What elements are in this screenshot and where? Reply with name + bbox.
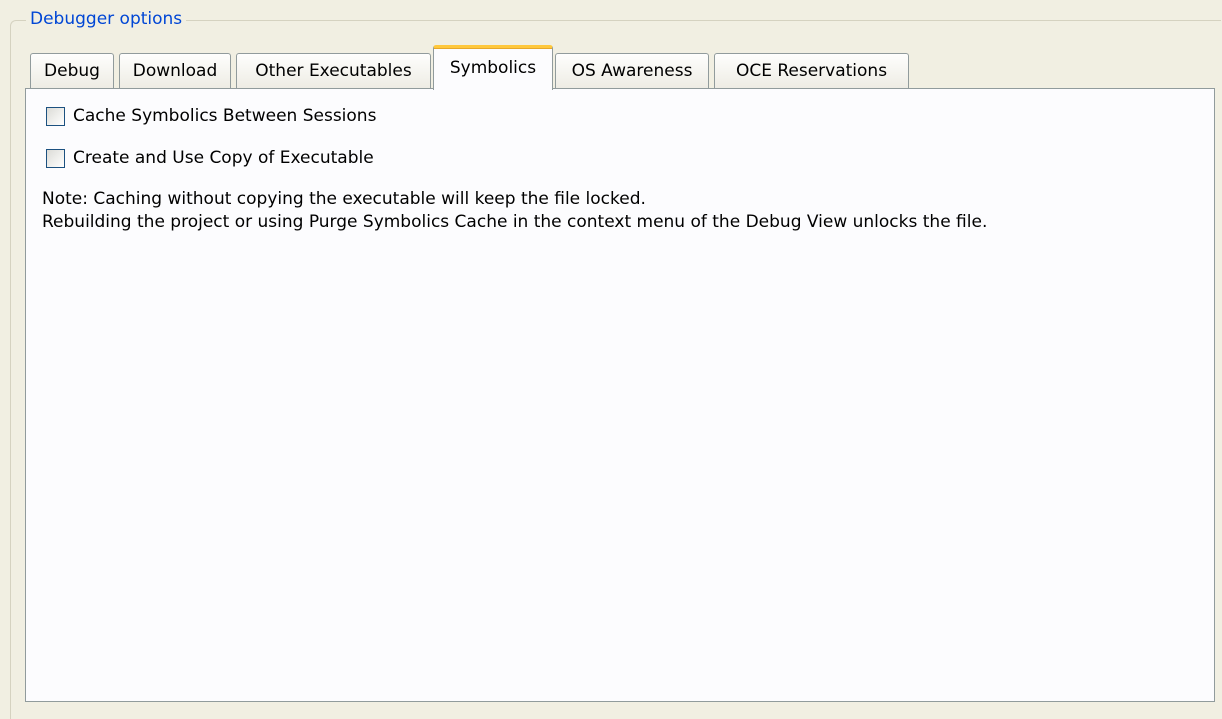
cache-symbolics-label[interactable]: Cache Symbolics Between Sessions bbox=[73, 106, 376, 126]
tab-oce-reservations[interactable]: OCE Reservations bbox=[714, 53, 909, 88]
symbolics-tab-panel: Cache Symbolics Between Sessions Create … bbox=[25, 88, 1215, 702]
tab-symbolics[interactable]: Symbolics bbox=[433, 45, 553, 90]
tab-other-executables[interactable]: Other Executables bbox=[236, 53, 431, 88]
copy-executable-label[interactable]: Create and Use Copy of Executable bbox=[73, 148, 374, 168]
tab-debug[interactable]: Debug bbox=[30, 53, 114, 88]
note-line-2: Rebuilding the project or using Purge Sy… bbox=[42, 212, 988, 232]
note-line-1: Note: Caching without copying the execut… bbox=[42, 189, 646, 209]
cache-note: Note: Caching without copying the execut… bbox=[42, 188, 987, 234]
tab-download[interactable]: Download bbox=[119, 53, 231, 88]
tab-os-awareness[interactable]: OS Awareness bbox=[555, 53, 709, 88]
cache-symbolics-checkbox[interactable] bbox=[46, 106, 65, 126]
debugger-options-dialog: Debugger options Debug Download Other Ex… bbox=[0, 0, 1222, 719]
group-box-title: Debugger options bbox=[26, 8, 187, 30]
cache-symbolics-option[interactable]: Cache Symbolics Between Sessions bbox=[46, 104, 376, 128]
copy-executable-option[interactable]: Create and Use Copy of Executable bbox=[46, 146, 374, 170]
copy-executable-checkbox[interactable] bbox=[46, 148, 65, 168]
